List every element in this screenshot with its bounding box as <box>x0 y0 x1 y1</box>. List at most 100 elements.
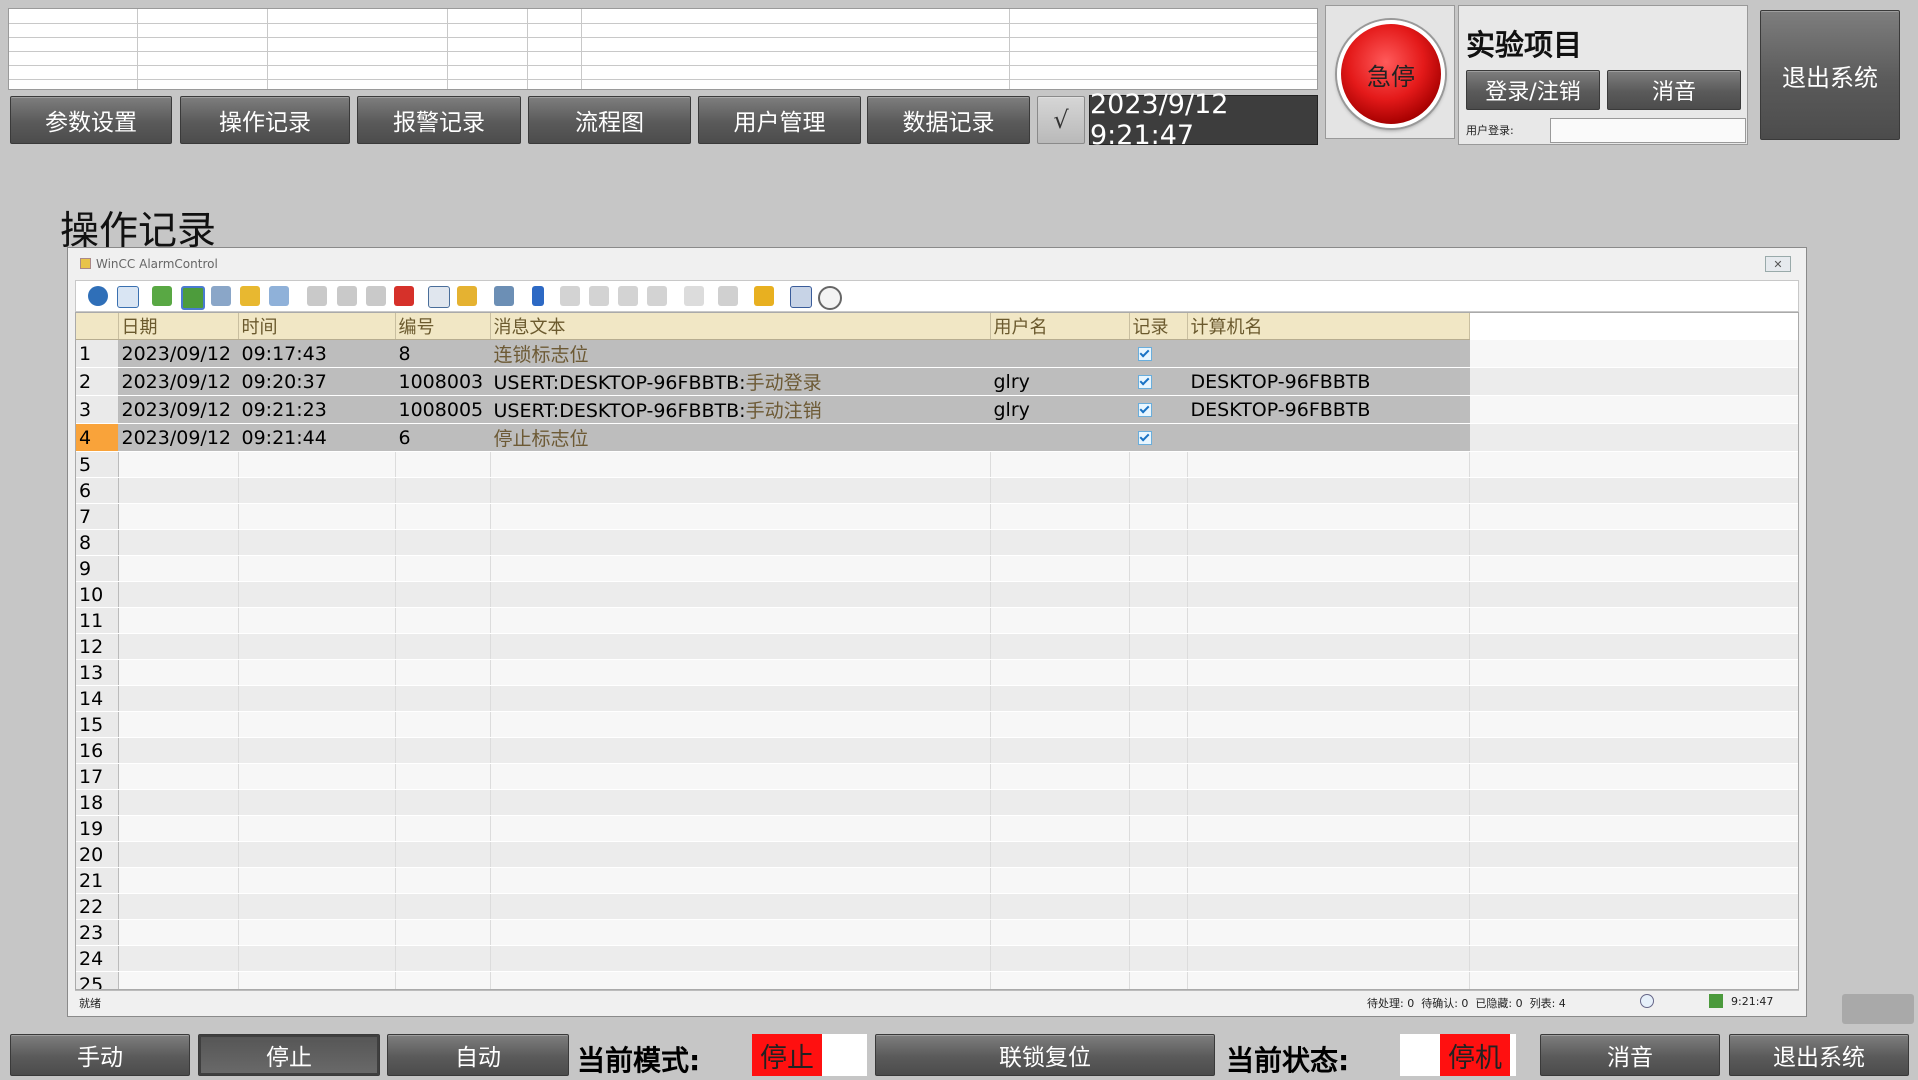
current-state-value: 停机 <box>1440 1034 1510 1076</box>
ack-single-icon[interactable] <box>307 286 327 306</box>
table-row[interactable]: 24 <box>76 945 1798 972</box>
stop-mode-button[interactable]: 停止 <box>198 1034 380 1076</box>
table-row[interactable]: 11 <box>76 607 1798 634</box>
mute-button-bottom[interactable]: 消音 <box>1540 1034 1720 1076</box>
current-state-label: 当前状态: <box>1226 1044 1350 1077</box>
empty-cell <box>990 971 1130 989</box>
empty-cell <box>1129 477 1188 504</box>
empty-cell <box>118 971 239 989</box>
data-log-button[interactable]: 数据记录 <box>867 96 1030 144</box>
empty-cell <box>1469 789 1798 816</box>
emergency-stop-button[interactable]: 急停 <box>1337 20 1445 128</box>
table-row[interactable]: 6 <box>76 477 1798 504</box>
history-list-icon[interactable] <box>181 286 205 310</box>
table-row[interactable]: 12 <box>76 633 1798 660</box>
column-header-number[interactable]: 编号 <box>395 313 491 340</box>
interlock-reset-button[interactable]: 联锁复位 <box>875 1034 1215 1076</box>
table-row[interactable]: 19 <box>76 815 1798 842</box>
first-message-icon[interactable] <box>560 286 580 306</box>
table-row[interactable]: 3 2023/09/12 09:21:23 1008005 USERT:DESKTOP-… <box>76 395 1798 424</box>
ack-group-icon[interactable] <box>337 286 357 306</box>
sort-icon[interactable] <box>532 286 544 306</box>
empty-cell <box>990 451 1130 478</box>
empty-cell <box>118 659 239 686</box>
table-row[interactable]: 7 <box>76 503 1798 530</box>
empty-cell <box>238 607 396 634</box>
message-list-icon[interactable] <box>152 286 172 306</box>
manual-mode-button[interactable]: 手动 <box>10 1034 190 1076</box>
table-row[interactable]: 5 <box>76 451 1798 478</box>
table-row[interactable]: 18 <box>76 789 1798 816</box>
comment-icon[interactable] <box>718 286 738 306</box>
print-icon[interactable] <box>494 286 514 306</box>
row-number: 4 <box>76 423 119 452</box>
info-text-icon[interactable] <box>684 286 704 306</box>
screen-overlay-controls[interactable] <box>1842 994 1914 1024</box>
flowchart-button[interactable]: 流程图 <box>528 96 691 144</box>
lock-icon[interactable] <box>754 286 774 306</box>
exit-system-button-bottom[interactable]: 退出系统 <box>1729 1034 1909 1076</box>
table-row[interactable]: 14 <box>76 685 1798 712</box>
export-icon[interactable] <box>790 286 812 308</box>
previous-message-icon[interactable] <box>589 286 609 306</box>
column-header-time[interactable]: 时间 <box>238 313 396 340</box>
check-button[interactable]: √ <box>1037 96 1085 144</box>
emergency-ack-icon[interactable] <box>394 286 414 306</box>
help-icon[interactable] <box>88 286 108 306</box>
column-header-date[interactable]: 日期 <box>118 313 239 340</box>
table-row[interactable]: 15 <box>76 711 1798 738</box>
display-options-icon[interactable] <box>457 286 477 306</box>
row-number: 11 <box>76 607 119 634</box>
statistics-icon[interactable] <box>269 286 289 306</box>
login-logout-button[interactable]: 登录/注销 <box>1466 70 1600 110</box>
params-button[interactable]: 参数设置 <box>10 96 172 144</box>
last-message-icon[interactable] <box>647 286 667 306</box>
log-list-icon[interactable] <box>211 286 231 306</box>
selection-icon[interactable] <box>428 286 450 308</box>
close-icon[interactable]: ✕ <box>1765 256 1791 272</box>
current-mode-label: 当前模式: <box>577 1044 701 1077</box>
empty-cell <box>1187 659 1470 686</box>
table-row[interactable]: 13 <box>76 659 1798 686</box>
table-row[interactable]: 25 <box>76 971 1798 989</box>
empty-cell <box>1187 867 1470 894</box>
next-message-icon[interactable] <box>618 286 638 306</box>
config-icon[interactable] <box>117 286 139 308</box>
empty-cell <box>990 815 1130 842</box>
column-header-message[interactable]: 消息文本 <box>490 313 991 340</box>
cell-date: 2023/09/12 <box>118 423 239 452</box>
row-number: 18 <box>76 789 119 816</box>
cell-message: 连锁标志位 <box>490 339 991 368</box>
table-row[interactable]: 9 <box>76 555 1798 582</box>
column-header-logged[interactable]: 记录 <box>1129 313 1188 340</box>
lock-list-icon[interactable] <box>240 286 260 306</box>
table-row[interactable]: 2 2023/09/12 09:20:37 1008003 USERT:DESKTOP-… <box>76 367 1798 396</box>
mute-button-top[interactable]: 消音 <box>1607 70 1741 110</box>
status-counts-text: 待处理: 0 待确认: 0 已隐藏: 0 列表: 4 <box>1367 997 1566 1010</box>
table-row[interactable]: 10 <box>76 581 1798 608</box>
table-row[interactable]: 21 <box>76 867 1798 894</box>
table-row[interactable]: 1 2023/09/12 09:17:43 8 连锁标志位 <box>76 339 1798 368</box>
ack-visible-icon[interactable] <box>366 286 386 306</box>
alarm-log-button[interactable]: 报警记录 <box>357 96 521 144</box>
timebase-icon[interactable] <box>818 286 842 310</box>
empty-cell <box>990 633 1130 660</box>
operation-log-button[interactable]: 操作记录 <box>180 96 350 144</box>
table-row[interactable]: 17 <box>76 763 1798 790</box>
table-row[interactable]: 4 2023/09/12 09:21:44 6 停止标志位 <box>76 423 1798 452</box>
exit-system-button-top[interactable]: 退出系统 <box>1760 10 1900 140</box>
table-row[interactable]: 20 <box>76 841 1798 868</box>
user-management-button[interactable]: 用户管理 <box>698 96 861 144</box>
column-header-user[interactable]: 用户名 <box>990 313 1130 340</box>
top-info-grid <box>8 8 1318 90</box>
table-row[interactable]: 22 <box>76 893 1798 920</box>
table-row[interactable]: 23 <box>76 919 1798 946</box>
cell-logged <box>1129 367 1188 396</box>
table-row[interactable]: 16 <box>76 737 1798 764</box>
row-number: 1 <box>76 339 119 368</box>
column-header-computer[interactable]: 计算机名 <box>1187 313 1470 340</box>
cell-computer <box>1187 423 1470 452</box>
auto-mode-button[interactable]: 自动 <box>387 1034 569 1076</box>
empty-cell <box>118 555 239 582</box>
table-row[interactable]: 8 <box>76 529 1798 556</box>
